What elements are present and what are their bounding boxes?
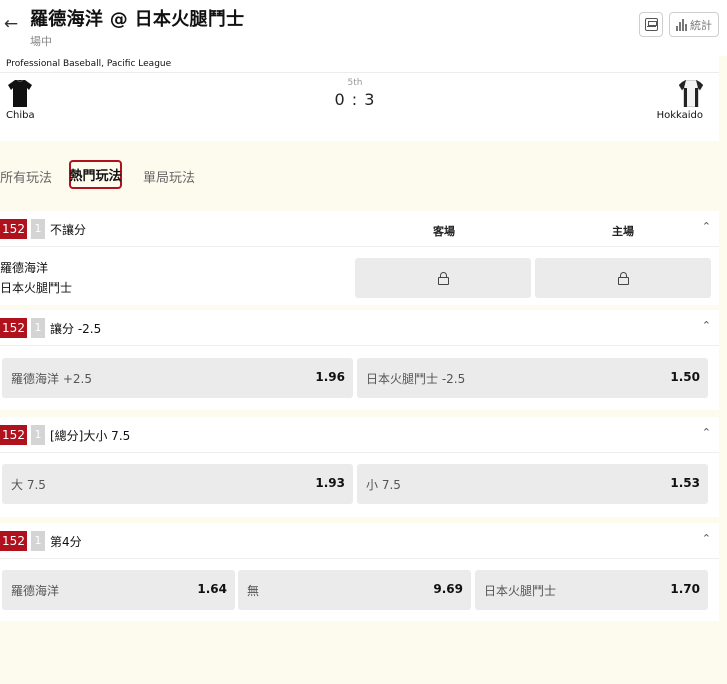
- odds-value: 1.70: [670, 582, 700, 596]
- odds-button[interactable]: 小 7.5 1.53: [357, 464, 708, 504]
- odds-label: 無: [247, 584, 260, 598]
- market-id-badge: 152: [0, 425, 27, 445]
- home-team-name: Chiba: [6, 110, 35, 121]
- odds-value: 1.64: [197, 582, 227, 596]
- odds-label: 大 7.5: [11, 478, 46, 492]
- bar-chart-icon: [676, 18, 687, 31]
- scoreboard-button[interactable]: [639, 12, 663, 37]
- back-arrow-icon[interactable]: ←: [2, 14, 20, 34]
- lock-icon: [437, 272, 449, 285]
- odds-button[interactable]: 日本火腿鬥士 1.70: [475, 570, 708, 610]
- market-count-badge: 1: [31, 219, 45, 239]
- lock-icon: [617, 272, 629, 285]
- market-title: 不讓分: [50, 223, 87, 237]
- home-odds-locked-button[interactable]: [535, 258, 711, 298]
- market-handicap: 152 1 讓分 -2.5 ⌃ 羅德海洋 +2.5 1.96 日本火腿鬥士 -2…: [0, 310, 719, 410]
- tab-all-markets[interactable]: 所有玩法: [0, 167, 52, 186]
- scoreboard-icon: [644, 18, 658, 31]
- chevron-up-icon[interactable]: ⌃: [702, 319, 711, 332]
- market-title: [總分]大小 7.5: [50, 429, 131, 443]
- scoreboard: Chiba 5th 0 : 3 Hokkaido: [0, 73, 719, 141]
- away-team-name: Hokkaido: [656, 110, 703, 121]
- odds-label: 羅德海洋 +2.5: [11, 372, 92, 386]
- odds-button[interactable]: 日本火腿鬥士 -2.5 1.50: [357, 358, 708, 398]
- tab-inning-markets[interactable]: 單局玩法: [143, 167, 195, 186]
- odds-value: 1.96: [315, 370, 345, 384]
- market-id-badge: 152: [0, 318, 27, 338]
- inning-label: 5th: [347, 78, 363, 88]
- odds-value: 1.53: [670, 476, 700, 490]
- league-bar: Professional Baseball, Pacific League: [0, 56, 719, 73]
- market-count-badge: 1: [31, 318, 45, 338]
- odds-value: 1.93: [315, 476, 345, 490]
- market-fourth-run: 152 1 第4分 ⌃ 羅德海洋 1.64 無 9.69 日本火腿鬥士 1.70: [0, 523, 719, 621]
- away-column-header: 客場: [433, 225, 455, 238]
- chevron-up-icon[interactable]: ⌃: [702, 532, 711, 545]
- odds-value: 9.69: [433, 582, 463, 596]
- odds-label: 日本火腿鬥士 -2.5: [366, 372, 466, 386]
- team-b-name: 日本火腿鬥士: [0, 281, 73, 295]
- odds-label: 小 7.5: [366, 478, 401, 492]
- market-header[interactable]: 152 1 不讓分 客場 主場 ⌃: [0, 211, 719, 247]
- market-header[interactable]: 152 1 讓分 -2.5 ⌃: [0, 310, 719, 346]
- match-status: 場中: [30, 35, 52, 48]
- market-moneyline: 152 1 不讓分 客場 主場 ⌃ 羅德海洋 日本火腿鬥士: [0, 211, 719, 305]
- odds-value: 1.50: [670, 370, 700, 384]
- stats-button[interactable]: 統計: [669, 12, 719, 37]
- home-column-header: 主場: [612, 225, 634, 238]
- odds-button[interactable]: 羅德海洋 1.64: [2, 570, 235, 610]
- page-title: 羅德海洋 @ 日本火腿鬥士: [30, 9, 245, 30]
- market-title: 讓分 -2.5: [50, 322, 102, 336]
- odds-label: 羅德海洋: [11, 584, 60, 598]
- market-title: 第4分: [50, 535, 82, 549]
- home-jersey-icon: [8, 80, 32, 107]
- stats-label: 統計: [690, 18, 712, 32]
- odds-button[interactable]: 無 9.69: [238, 570, 471, 610]
- chevron-up-icon[interactable]: ⌃: [702, 220, 711, 233]
- market-id-badge: 152: [0, 219, 27, 239]
- away-odds-locked-button[interactable]: [355, 258, 531, 298]
- market-header[interactable]: 152 1 [總分]大小 7.5 ⌃: [0, 417, 719, 453]
- team-a-name: 羅德海洋: [0, 261, 49, 275]
- odds-label: 日本火腿鬥士: [484, 584, 557, 598]
- league-name: Professional Baseball, Pacific League: [6, 59, 172, 69]
- market-header[interactable]: 152 1 第4分 ⌃: [0, 523, 719, 559]
- odds-button[interactable]: 羅德海洋 +2.5 1.96: [2, 358, 353, 398]
- away-jersey-icon: [679, 80, 703, 107]
- score: 0 : 3: [334, 90, 376, 109]
- market-total: 152 1 [總分]大小 7.5 ⌃ 大 7.5 1.93 小 7.5 1.53: [0, 417, 719, 517]
- odds-button[interactable]: 大 7.5 1.93: [2, 464, 353, 504]
- market-id-badge: 152: [0, 531, 27, 551]
- market-count-badge: 1: [31, 531, 45, 551]
- top-header: ← 羅德海洋 @ 日本火腿鬥士 場中 統計: [0, 0, 727, 56]
- tab-popular-markets[interactable]: 熱門玩法: [69, 160, 122, 189]
- market-count-badge: 1: [31, 425, 45, 445]
- chevron-up-icon[interactable]: ⌃: [702, 426, 711, 439]
